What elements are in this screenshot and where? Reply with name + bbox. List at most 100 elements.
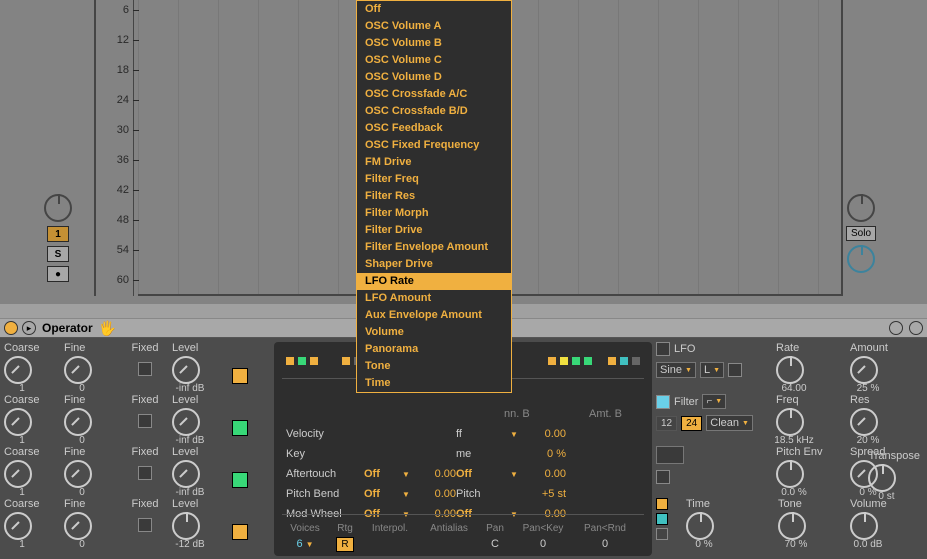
amount-value[interactable]: 0 % xyxy=(524,448,566,460)
master-dial[interactable] xyxy=(847,194,875,222)
record-arm-button[interactable]: ● xyxy=(47,266,69,282)
rtg-toggle[interactable]: R xyxy=(336,537,353,552)
lfo-enable[interactable] xyxy=(656,342,670,356)
menu-item[interactable]: Filter Res xyxy=(357,188,511,205)
time-knob[interactable]: 0 % xyxy=(686,512,714,540)
filter-shape-select[interactable]: ⌐▼ xyxy=(702,394,726,409)
tone-knob[interactable]: 70 % xyxy=(778,512,806,540)
transpose-knob[interactable]: 0 st xyxy=(868,464,896,492)
dest-select[interactable]: ff xyxy=(456,428,510,440)
section-pip[interactable] xyxy=(656,528,668,540)
chevron-down-icon[interactable]: ▼ xyxy=(510,430,524,439)
voices-value[interactable]: 6 ▼ xyxy=(282,538,328,550)
section-pip[interactable] xyxy=(656,513,668,525)
coarse-knob[interactable]: 1 xyxy=(4,408,32,436)
level-knob[interactable]: -inf dB xyxy=(172,356,200,384)
lfo-retrig[interactable] xyxy=(728,363,742,377)
modulation-destination-menu[interactable]: OffOSC Volume AOSC Volume BOSC Volume CO… xyxy=(356,0,512,393)
osc-a-selector[interactable] xyxy=(232,524,248,540)
menu-item[interactable]: Filter Envelope Amount xyxy=(357,239,511,256)
level-knob[interactable]: -12 dB xyxy=(172,512,200,540)
menu-item[interactable]: OSC Volume B xyxy=(357,35,511,52)
filter-type-select[interactable]: Clean▼ xyxy=(706,415,753,431)
osc-d-selector[interactable] xyxy=(232,368,248,384)
volume-knob[interactable]: 0.0 dB xyxy=(850,512,878,540)
dest-b-select[interactable]: Pitch xyxy=(456,488,510,500)
menu-item[interactable]: Volume xyxy=(357,324,511,341)
amount-a-value[interactable]: 0.00 xyxy=(416,488,456,500)
amount-a-value[interactable]: 0.00 xyxy=(416,468,456,480)
mod-row: nn. B Amt. B xyxy=(274,404,652,424)
pitch-env-enable[interactable] xyxy=(656,470,670,484)
lfo-wave-select[interactable]: Sine▼ xyxy=(656,362,696,378)
menu-item[interactable]: OSC Volume C xyxy=(357,52,511,69)
cue-dial[interactable] xyxy=(847,245,875,273)
menu-item[interactable]: Time xyxy=(357,375,511,392)
dest-a-select[interactable]: Off xyxy=(364,468,402,480)
res-knob[interactable]: 20 % xyxy=(850,408,878,436)
menu-item[interactable]: LFO Amount xyxy=(357,290,511,307)
dest-a-select[interactable]: Off xyxy=(364,488,402,500)
fixed-checkbox[interactable] xyxy=(138,362,152,376)
menu-item[interactable]: Tone xyxy=(357,358,511,375)
menu-item[interactable]: Filter Freq xyxy=(357,171,511,188)
menu-item[interactable]: Panorama xyxy=(357,341,511,358)
pitchenv-knob[interactable]: 0.0 % xyxy=(776,460,804,488)
osc-b-selector[interactable] xyxy=(232,472,248,488)
filter-enable[interactable] xyxy=(656,395,670,409)
menu-item[interactable]: FM Drive xyxy=(357,154,511,171)
dest-b-select[interactable]: Off xyxy=(456,468,510,480)
pankey-value[interactable]: 0 xyxy=(514,538,572,550)
chevron-down-icon[interactable]: ▼ xyxy=(510,470,524,479)
lfo-sync-select[interactable]: L▼ xyxy=(700,362,724,378)
filter-12-button[interactable]: 12 xyxy=(656,416,677,431)
menu-item[interactable]: Filter Morph xyxy=(357,205,511,222)
amount-b-value[interactable]: 0.00 xyxy=(524,468,566,480)
fine-knob[interactable]: 0 xyxy=(64,460,92,488)
fixed-checkbox[interactable] xyxy=(138,414,152,428)
coarse-knob[interactable]: 1 xyxy=(4,460,32,488)
panrnd-value[interactable]: 0 xyxy=(576,538,634,550)
menu-item[interactable]: Filter Drive xyxy=(357,222,511,239)
rate-knob[interactable]: 64.00 xyxy=(776,356,804,384)
device-power-button[interactable] xyxy=(4,321,18,335)
fixed-checkbox[interactable] xyxy=(138,518,152,532)
solo-button[interactable]: S xyxy=(47,246,69,262)
menu-item[interactable]: Off xyxy=(357,1,511,18)
menu-item[interactable]: LFO Rate xyxy=(357,273,511,290)
menu-item[interactable]: Aux Envelope Amount xyxy=(357,307,511,324)
chevron-down-icon[interactable]: ▼ xyxy=(402,490,416,499)
pan-value[interactable]: C xyxy=(480,538,510,550)
device-expand-button[interactable]: ▸ xyxy=(22,321,36,335)
menu-item[interactable]: OSC Feedback xyxy=(357,120,511,137)
menu-item[interactable]: OSC Crossfade B/D xyxy=(357,103,511,120)
fine-knob[interactable]: 0 xyxy=(64,356,92,384)
freq-knob[interactable]: 18.5 kHz xyxy=(776,408,804,436)
preset-save-button[interactable] xyxy=(909,321,923,335)
dest-select[interactable]: me xyxy=(456,448,510,460)
menu-item[interactable]: OSC Crossfade A/C xyxy=(357,86,511,103)
menu-item[interactable]: OSC Volume D xyxy=(357,69,511,86)
amount-value[interactable]: 0.00 xyxy=(524,428,566,440)
fine-knob[interactable]: 0 xyxy=(64,408,92,436)
amount-b-value[interactable]: +5 st xyxy=(524,488,566,500)
osc-c-selector[interactable] xyxy=(232,420,248,436)
menu-item[interactable]: Shaper Drive xyxy=(357,256,511,273)
menu-item[interactable]: OSC Fixed Frequency xyxy=(357,137,511,154)
fixed-checkbox[interactable] xyxy=(138,466,152,480)
level-knob[interactable]: -inf dB xyxy=(172,460,200,488)
fine-knob[interactable]: 0 xyxy=(64,512,92,540)
section-pip[interactable] xyxy=(656,498,668,510)
track-dial[interactable] xyxy=(44,194,72,222)
level-knob[interactable]: -inf dB xyxy=(172,408,200,436)
track-activator[interactable]: 1 xyxy=(47,226,69,242)
rtg-label: Rtg xyxy=(332,523,358,534)
filter-24-button[interactable]: 24 xyxy=(681,416,702,431)
chevron-down-icon[interactable]: ▼ xyxy=(402,470,416,479)
coarse-knob[interactable]: 1 xyxy=(4,356,32,384)
coarse-knob[interactable]: 1 xyxy=(4,512,32,540)
amount-knob[interactable]: 25 % xyxy=(850,356,878,384)
menu-item[interactable]: OSC Volume A xyxy=(357,18,511,35)
preset-prev-button[interactable] xyxy=(889,321,903,335)
pitch-env-shape[interactable] xyxy=(656,446,684,464)
